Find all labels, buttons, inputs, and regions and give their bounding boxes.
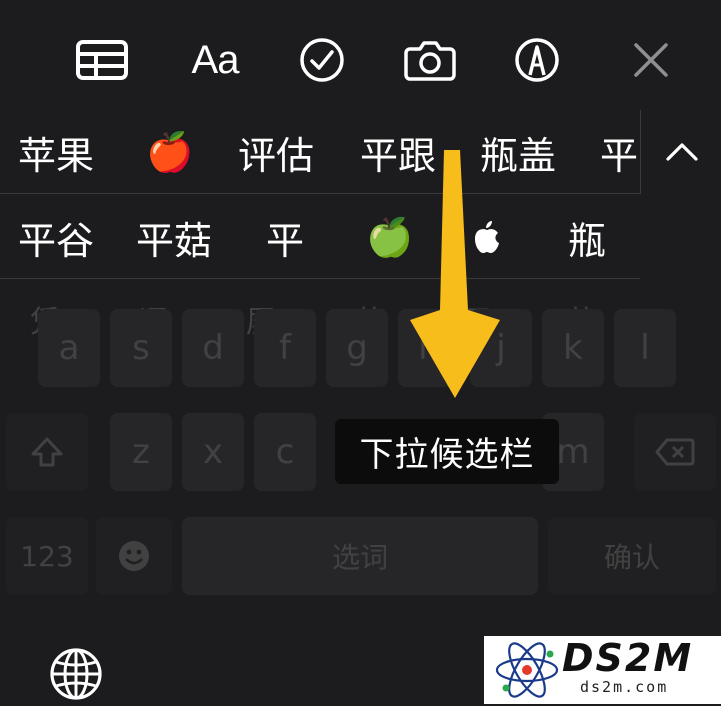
markup-button[interactable] [505, 28, 569, 92]
candidate-divider [0, 193, 640, 194]
candidate-item[interactable]: 平菇 [136, 195, 212, 279]
watermark-subtitle: ds2m.com [580, 678, 669, 696]
watermark-title: DS2M [562, 636, 694, 680]
annotation-label: 下拉候选栏 [335, 419, 559, 484]
key-g[interactable]: g [326, 309, 388, 387]
checkmark-circle-icon [300, 38, 344, 82]
candidate-item[interactable]: 🍎 [146, 110, 193, 194]
key-s[interactable]: s [110, 309, 172, 387]
candidate-item[interactable]: 平 [266, 195, 304, 279]
format-label: Aa [191, 37, 240, 82]
shift-icon [31, 437, 63, 467]
key-z[interactable]: z [110, 413, 172, 491]
chevron-up-icon [665, 143, 698, 161]
candidate-item[interactable]: 平 [600, 110, 638, 194]
atom-logo-icon [495, 642, 559, 698]
emoji-icon [119, 541, 149, 571]
pen-circle-icon [515, 38, 559, 82]
emoji-key[interactable] [96, 517, 172, 595]
key-a[interactable]: a [38, 309, 100, 387]
delete-icon [655, 438, 695, 466]
candidate-divider [0, 278, 640, 279]
format-button[interactable]: Aa [183, 28, 247, 92]
watermark: DS2M ds2m.com [484, 636, 721, 704]
key-k[interactable]: k [542, 309, 604, 387]
candidate-row-2: 平谷 平菇 平 🍏 瓶 [0, 195, 721, 279]
key-f[interactable]: f [254, 309, 316, 387]
shift-key[interactable] [6, 413, 88, 491]
candidate-item[interactable]: 瓶 [568, 195, 606, 279]
close-button[interactable] [619, 28, 683, 92]
table-button[interactable] [70, 28, 134, 92]
annotation-arrow [400, 150, 510, 400]
table-icon [76, 40, 128, 80]
key-x[interactable]: x [182, 413, 244, 491]
key-c[interactable]: c [254, 413, 316, 491]
checklist-button[interactable] [290, 28, 354, 92]
candidate-item[interactable]: 苹果 [18, 110, 94, 194]
space-key[interactable]: 选词 [182, 517, 538, 595]
key-l[interactable]: l [614, 309, 676, 387]
globe-button[interactable] [48, 646, 104, 702]
down-arrow-icon [410, 150, 500, 398]
candidate-row-1: 苹果 🍎 评估 平跟 瓶盖 平 [0, 110, 721, 194]
close-icon [634, 43, 668, 77]
camera-button[interactable] [398, 28, 462, 92]
confirm-key[interactable]: 确认 [548, 517, 716, 595]
delete-key[interactable] [634, 413, 716, 491]
numbers-key[interactable]: 123 [6, 517, 88, 595]
key-d[interactable]: d [182, 309, 244, 387]
candidate-item[interactable]: 平谷 [18, 195, 94, 279]
globe-icon [50, 648, 102, 700]
candidate-item[interactable]: 评估 [238, 110, 314, 194]
collapse-candidates-button[interactable] [640, 110, 721, 194]
toolbar: Aa [0, 28, 721, 92]
camera-icon [404, 41, 456, 81]
